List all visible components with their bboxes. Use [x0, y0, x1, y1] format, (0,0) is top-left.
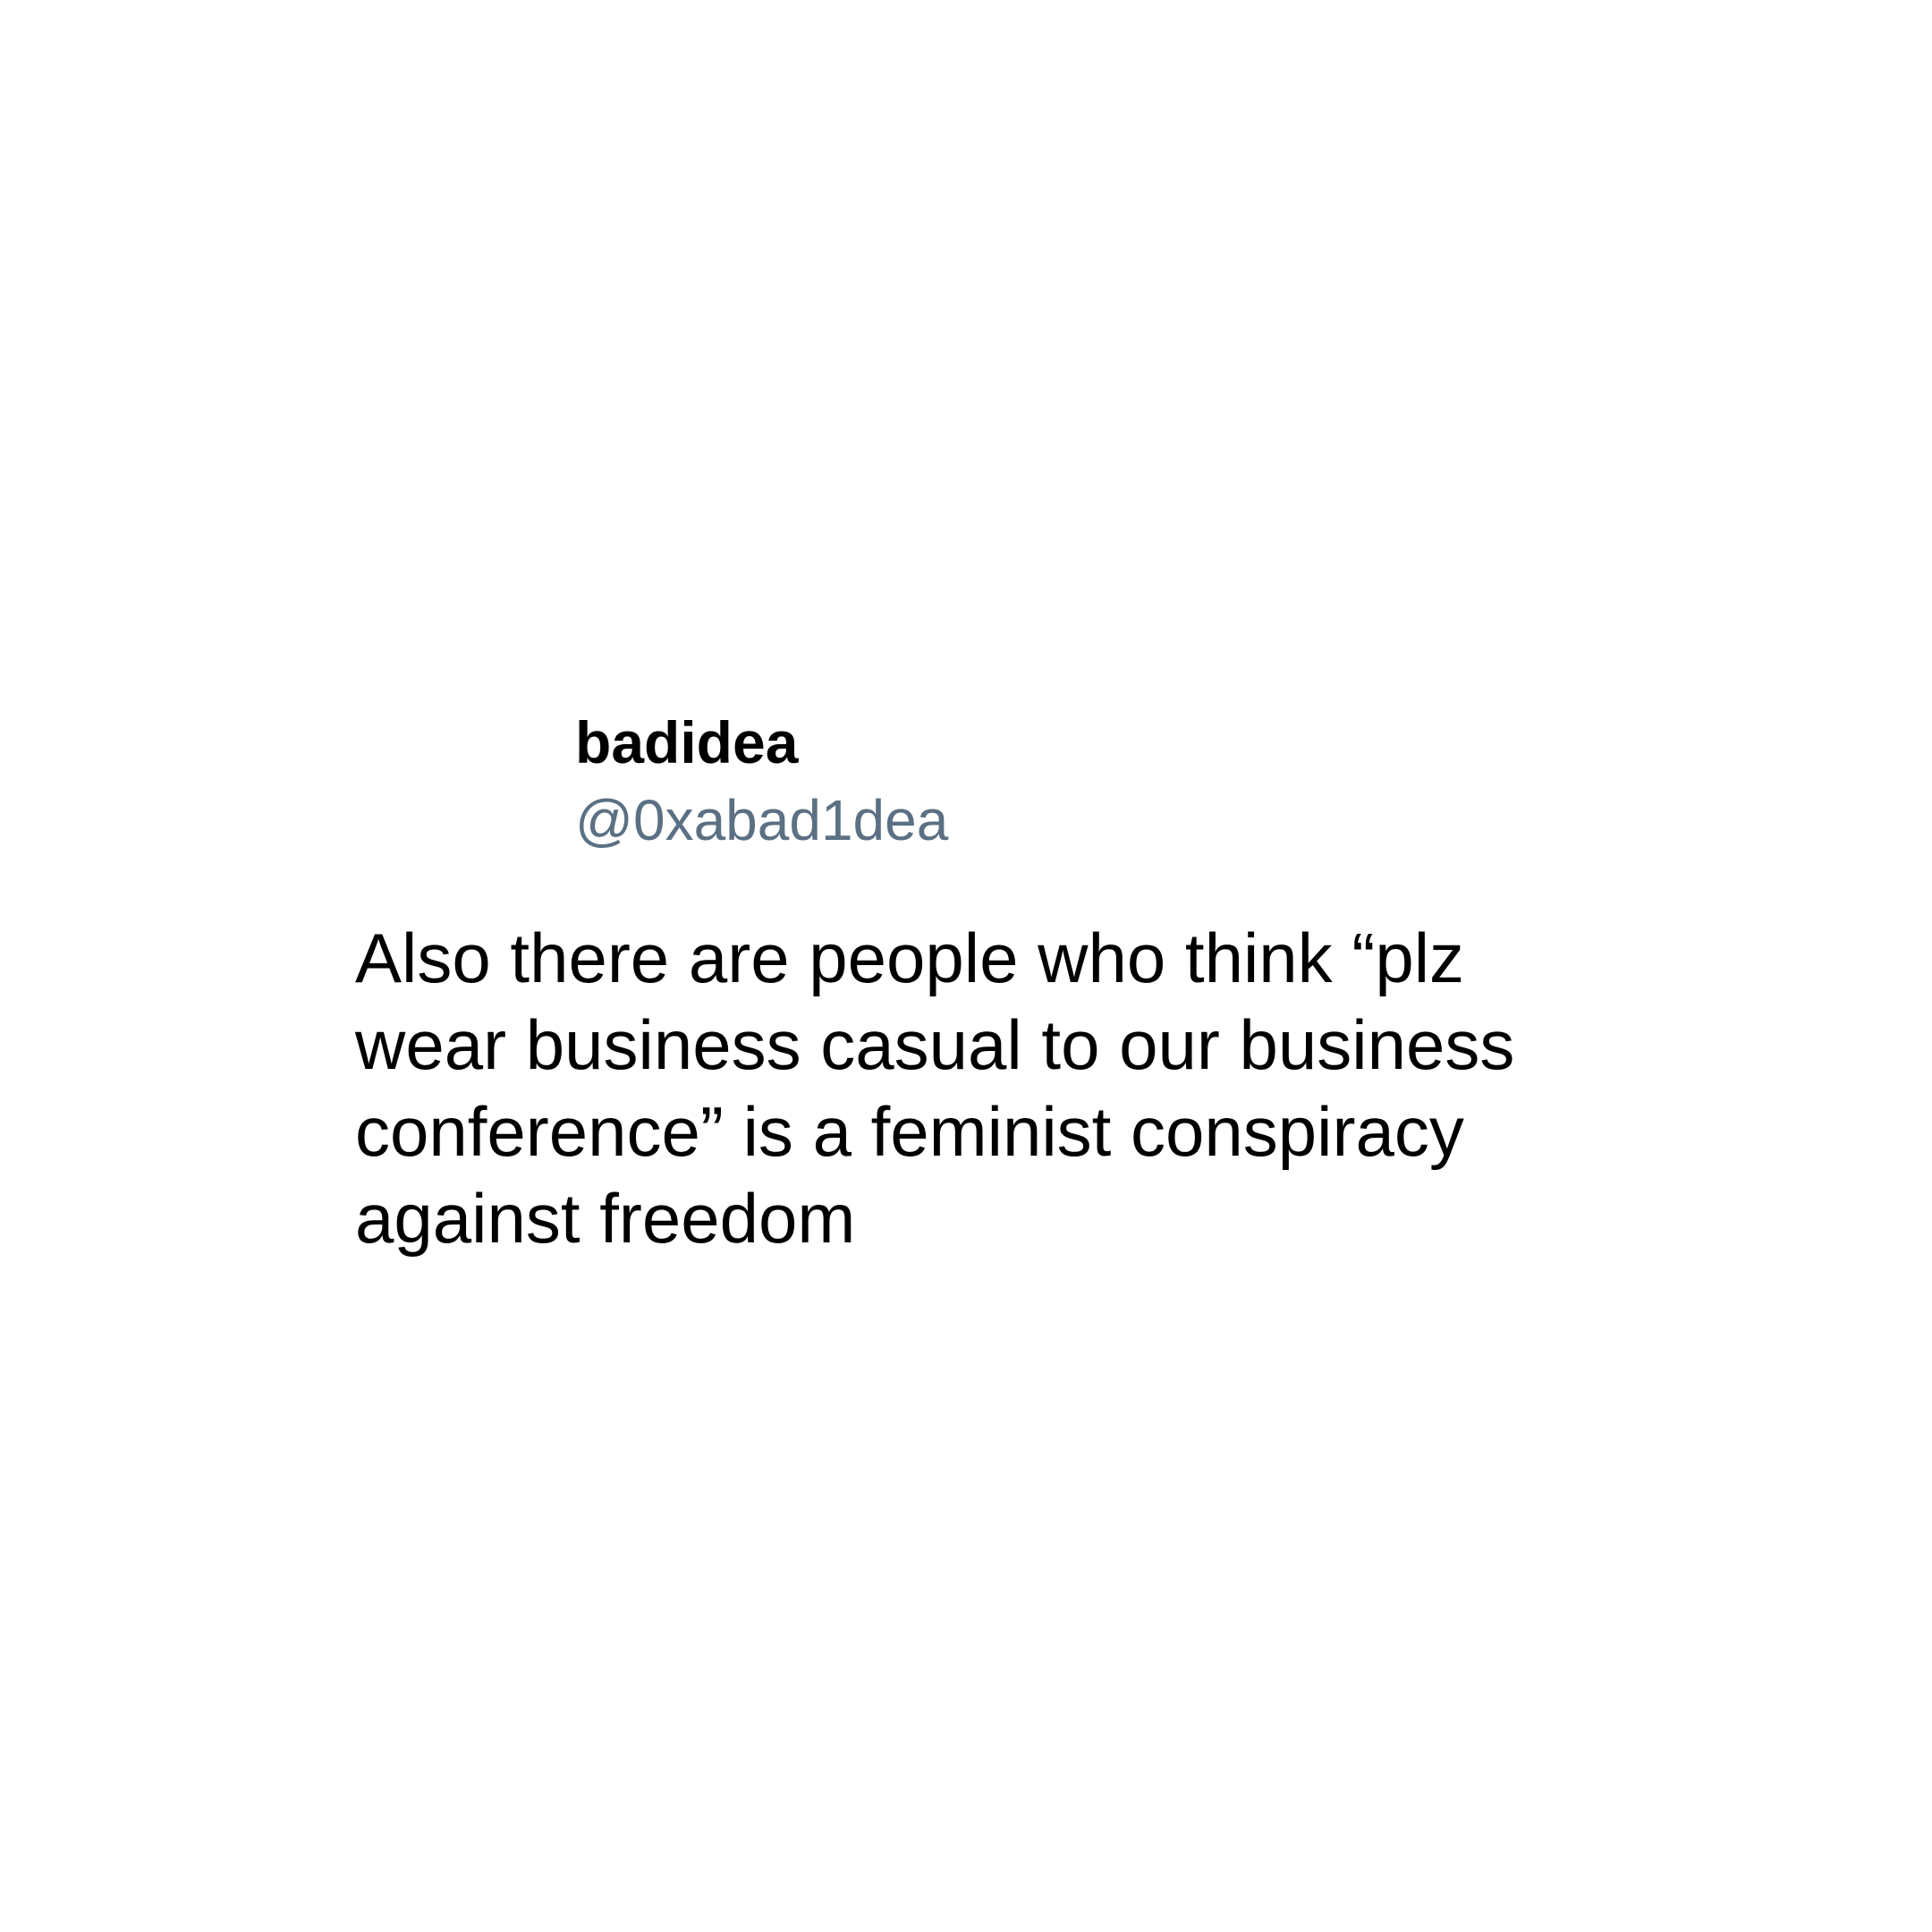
tweet-author: badidea @0xabad1dea	[575, 707, 1380, 856]
tweet-text-line: wear business casual to our business	[355, 1005, 1515, 1084]
author-handle[interactable]: @0xabad1dea	[575, 784, 1380, 856]
tweet-text: Also there are people who think “plz wea…	[355, 915, 1607, 1262]
tweet-card: badidea @0xabad1dea Also there are peopl…	[0, 0, 1932, 1932]
tweet-text-line: against freedom	[355, 1179, 856, 1258]
tweet-text-line: Also there are people who think “plz	[355, 919, 1465, 997]
tweet-text-line: conference” is a feminist conspiracy	[355, 1092, 1464, 1171]
author-display-name[interactable]: badidea	[575, 707, 1380, 778]
